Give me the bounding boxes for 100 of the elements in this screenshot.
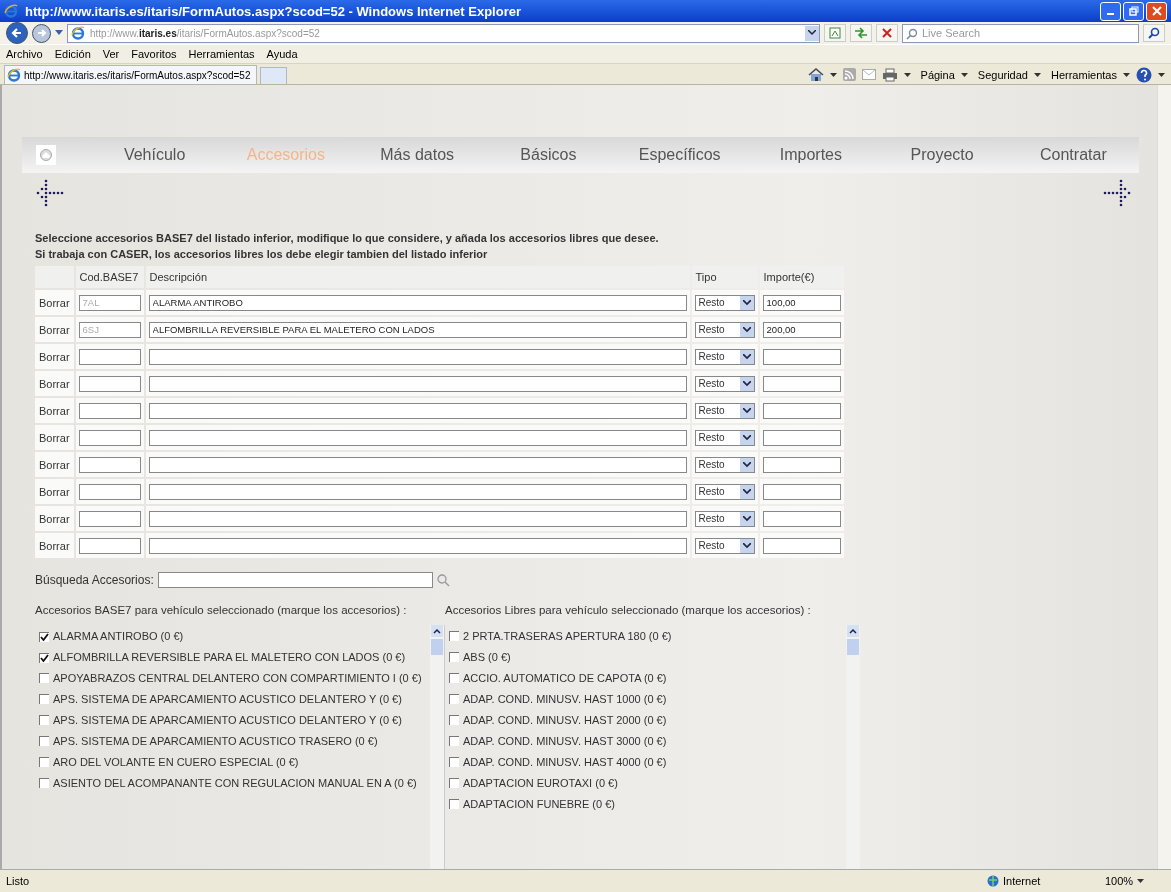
accessory-option[interactable]: ADAP. COND. MINUSV. HAST 2000 (0 €) (445, 709, 846, 730)
code-field[interactable] (78, 348, 141, 365)
type-select[interactable]: Resto (694, 483, 755, 500)
nav-tab[interactable]: Importes (745, 146, 877, 164)
type-select[interactable]: Resto (694, 537, 755, 554)
checkbox[interactable] (449, 652, 459, 662)
amount-field[interactable] (762, 537, 841, 554)
delete-link[interactable]: Borrar (35, 479, 74, 504)
amount-field[interactable] (762, 483, 841, 500)
description-field[interactable]: ALARMA ANTIROBO (148, 294, 687, 311)
amount-field[interactable] (762, 375, 841, 392)
dotted-arrow-left-icon[interactable] (36, 179, 64, 207)
description-field[interactable] (148, 510, 687, 527)
amount-field[interactable] (762, 402, 841, 419)
scroll-up-arrow-icon[interactable] (431, 625, 443, 637)
scrollbar[interactable] (430, 625, 444, 869)
description-field[interactable] (148, 537, 687, 554)
type-select[interactable]: Resto (694, 375, 755, 392)
checkbox[interactable] (39, 778, 49, 788)
accessory-option[interactable]: ADAP. COND. MINUSV. HAST 1000 (0 €) (445, 688, 846, 709)
nav-tab[interactable]: Específicos (614, 146, 746, 164)
type-select[interactable]: Resto (694, 348, 755, 365)
delete-link[interactable]: Borrar (35, 452, 74, 477)
mail-icon[interactable] (861, 69, 876, 80)
amount-field[interactable]: 100,00 (762, 294, 841, 311)
accessory-option[interactable]: APS. SISTEMA DE APARCAMIENTO ACUSTICO DELANTERO Y (0 €) (35, 709, 430, 730)
menu-item[interactable]: Archivo (6, 48, 43, 60)
search-button[interactable] (1143, 24, 1165, 42)
amount-field[interactable] (762, 348, 841, 365)
caret-icon[interactable] (1137, 879, 1145, 883)
type-select[interactable]: Resto (694, 429, 755, 446)
type-select[interactable]: Resto (694, 456, 755, 473)
type-select[interactable]: Resto (694, 294, 755, 311)
checkbox[interactable] (449, 778, 459, 788)
code-field[interactable] (78, 483, 141, 500)
delete-link[interactable]: Borrar (35, 506, 74, 531)
code-field[interactable] (78, 537, 141, 554)
amount-field[interactable] (762, 510, 841, 527)
checkbox[interactable] (449, 715, 459, 725)
accessory-option[interactable]: ARO DEL VOLANTE EN CUERO ESPECIAL (0 €) (35, 751, 430, 772)
description-field[interactable] (148, 348, 687, 365)
refresh-button[interactable] (850, 24, 872, 42)
nav-tab[interactable]: Vehículo (89, 146, 221, 164)
description-field[interactable] (148, 375, 687, 392)
command-menu[interactable]: Seguridad (977, 68, 1028, 81)
checkbox[interactable] (449, 757, 459, 767)
description-field[interactable]: ALFOMBRILLA REVERSIBLE PARA EL MALETERO CON LADOS (148, 321, 687, 338)
scroll-thumb[interactable] (431, 639, 443, 655)
checkbox[interactable] (39, 652, 49, 663)
back-button[interactable] (6, 22, 28, 44)
print-icon[interactable] (881, 67, 898, 82)
caret-icon[interactable] (829, 72, 837, 77)
help-icon[interactable] (1136, 66, 1152, 83)
scroll-up-arrow-icon[interactable] (847, 625, 859, 637)
address-field[interactable]: http://www.itaris.es/itaris/FormAutos.aspx?scod=52 (67, 23, 820, 43)
delete-link[interactable]: Borrar (35, 425, 74, 450)
accessory-search-field[interactable] (157, 572, 433, 588)
menu-item[interactable]: Ayuda (266, 48, 298, 60)
delete-link[interactable]: Borrar (35, 371, 74, 396)
search-field[interactable]: Live Search (902, 23, 1139, 43)
accessory-option[interactable]: ADAPTACION EUROTAXI (0 €) (445, 772, 846, 793)
compatibility-button[interactable] (824, 24, 846, 42)
checkbox[interactable] (449, 736, 459, 746)
dotted-arrow-right-icon[interactable] (1103, 179, 1131, 207)
caret-icon[interactable] (960, 72, 968, 77)
code-field[interactable] (78, 402, 141, 419)
accessory-option[interactable]: ACCIO. AUTOMATICO DE CAPOTA (0 €) (445, 667, 846, 688)
stop-button[interactable] (876, 24, 898, 42)
accessory-option[interactable]: APS. SISTEMA DE APARCAMIENTO ACUSTICO TRASERO (0 €) (35, 730, 430, 751)
delete-link[interactable]: Borrar (35, 533, 74, 558)
search-icon[interactable] (436, 573, 450, 587)
caret-icon[interactable] (1033, 72, 1041, 77)
dropdown-button[interactable] (805, 25, 819, 41)
code-field[interactable] (78, 510, 141, 527)
accessory-option[interactable]: ALFOMBRILLA REVERSIBLE PARA EL MALETERO CON LADOS (0 €) (35, 646, 430, 667)
accessory-option[interactable]: 2 PRTA.TRASERAS APERTURA 180 (0 €) (445, 625, 846, 646)
description-field[interactable] (148, 402, 687, 419)
delete-link[interactable]: Borrar (35, 344, 74, 369)
type-select[interactable]: Resto (694, 321, 755, 338)
delete-link[interactable]: Borrar (35, 398, 74, 423)
caret-icon[interactable] (1123, 72, 1130, 77)
checkbox[interactable] (449, 694, 459, 704)
accessory-option[interactable]: ADAP. COND. MINUSV. HAST 3000 (0 €) (445, 730, 846, 751)
checkbox[interactable] (39, 715, 49, 725)
accessory-option[interactable]: ADAPTACION FUNEBRE (0 €) (445, 793, 846, 814)
checkbox[interactable] (39, 631, 49, 642)
nav-tab[interactable]: Contratar (1007, 146, 1139, 164)
forward-button[interactable] (32, 23, 51, 43)
amount-field[interactable]: 200,00 (762, 321, 841, 338)
amount-field[interactable] (762, 456, 841, 473)
checkbox[interactable] (449, 799, 459, 809)
nav-tab[interactable]: Básicos (482, 146, 614, 164)
checkbox[interactable] (39, 673, 49, 683)
feed-icon[interactable] (842, 68, 856, 81)
checkbox[interactable] (39, 757, 49, 767)
scrollbar[interactable] (846, 625, 860, 869)
code-field[interactable] (78, 429, 141, 446)
close-button[interactable] (1146, 1, 1167, 21)
delete-link[interactable]: Borrar (35, 290, 74, 315)
checkbox[interactable] (39, 694, 49, 704)
